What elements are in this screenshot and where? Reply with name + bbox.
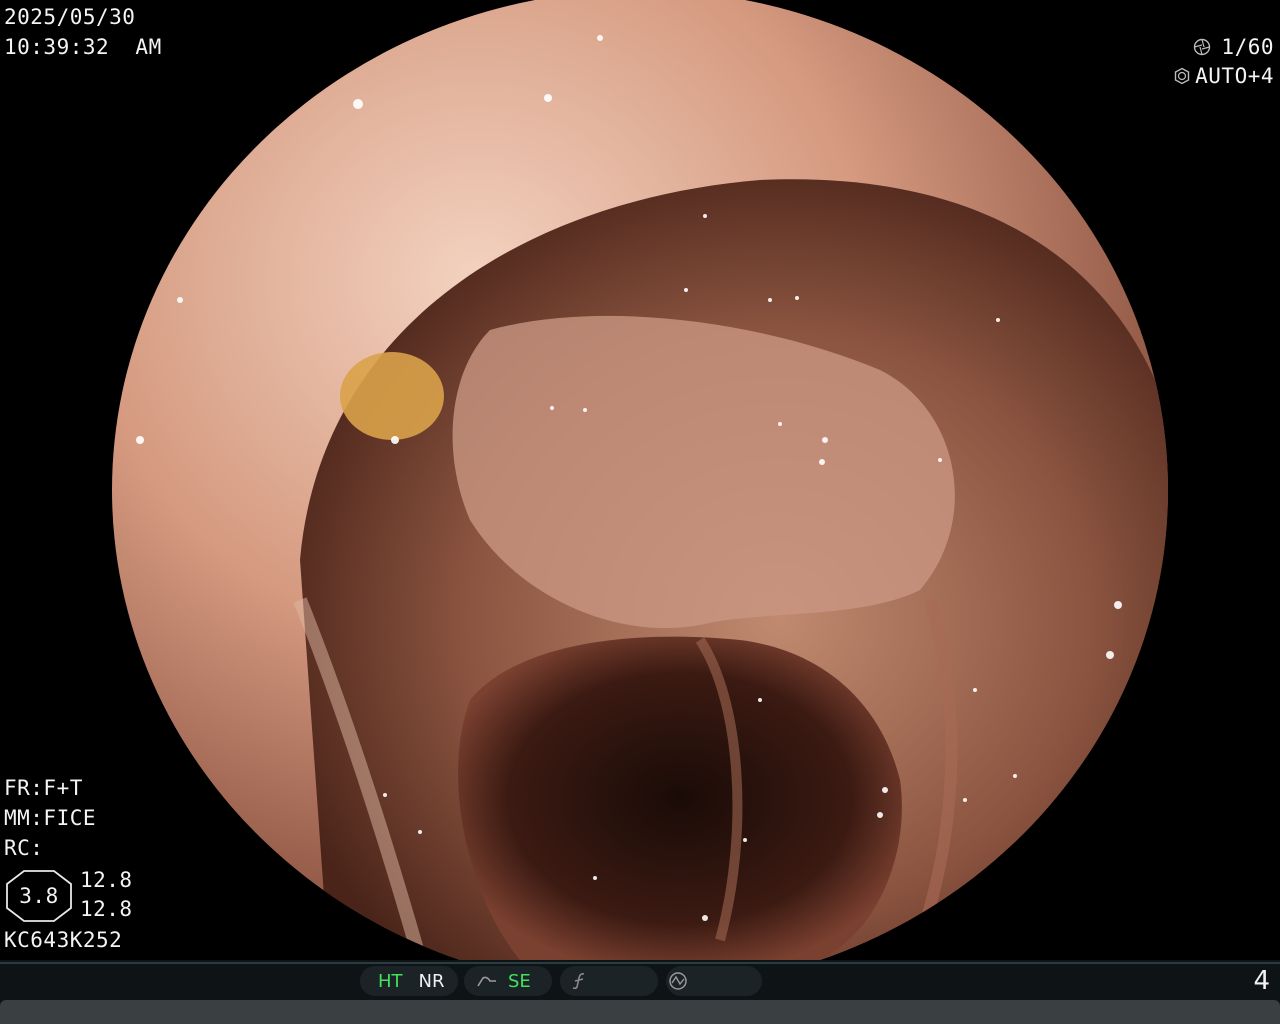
ht-label: HT: [378, 970, 403, 992]
aperture-icon: [1194, 38, 1211, 56]
nr-label: NR: [418, 970, 445, 992]
date-label: 2025/05/30: [4, 5, 136, 29]
se-label: SE: [508, 970, 531, 992]
shutter-indicator: 1/60: [1193, 32, 1274, 62]
se-indicator: SE: [464, 966, 552, 996]
function-icon: [572, 973, 585, 990]
iris-icon: [1174, 67, 1190, 85]
status-bar-divider: [0, 962, 1280, 964]
function-indicator: [560, 966, 658, 996]
iris-indicator: AUTO+4: [1173, 61, 1274, 91]
time-label: 10:39:32 AM: [4, 35, 162, 59]
iris-value: AUTO+4: [1195, 64, 1274, 88]
page-number: 4: [1253, 966, 1270, 996]
endoscope-image: [112, 0, 1168, 960]
circle-wave-icon: [669, 972, 687, 990]
value-bottom: 12.8: [80, 897, 133, 921]
circle-indicator: [666, 966, 762, 996]
frame-mode-label: FR:F+T: [4, 776, 83, 800]
value-top: 12.8: [80, 868, 133, 892]
ht-nr-indicator: HT NR: [360, 966, 458, 996]
tone-curve-icon: [477, 976, 496, 987]
status-strip: [0, 1000, 1280, 1024]
rc-label: RC:: [4, 836, 44, 860]
scope-id-label: KC643K252: [4, 928, 123, 952]
octagon-value: 3.8: [19, 884, 59, 908]
shutter-value: 1/60: [1221, 35, 1274, 59]
mm-mode-label: MM:FICE: [4, 806, 97, 830]
